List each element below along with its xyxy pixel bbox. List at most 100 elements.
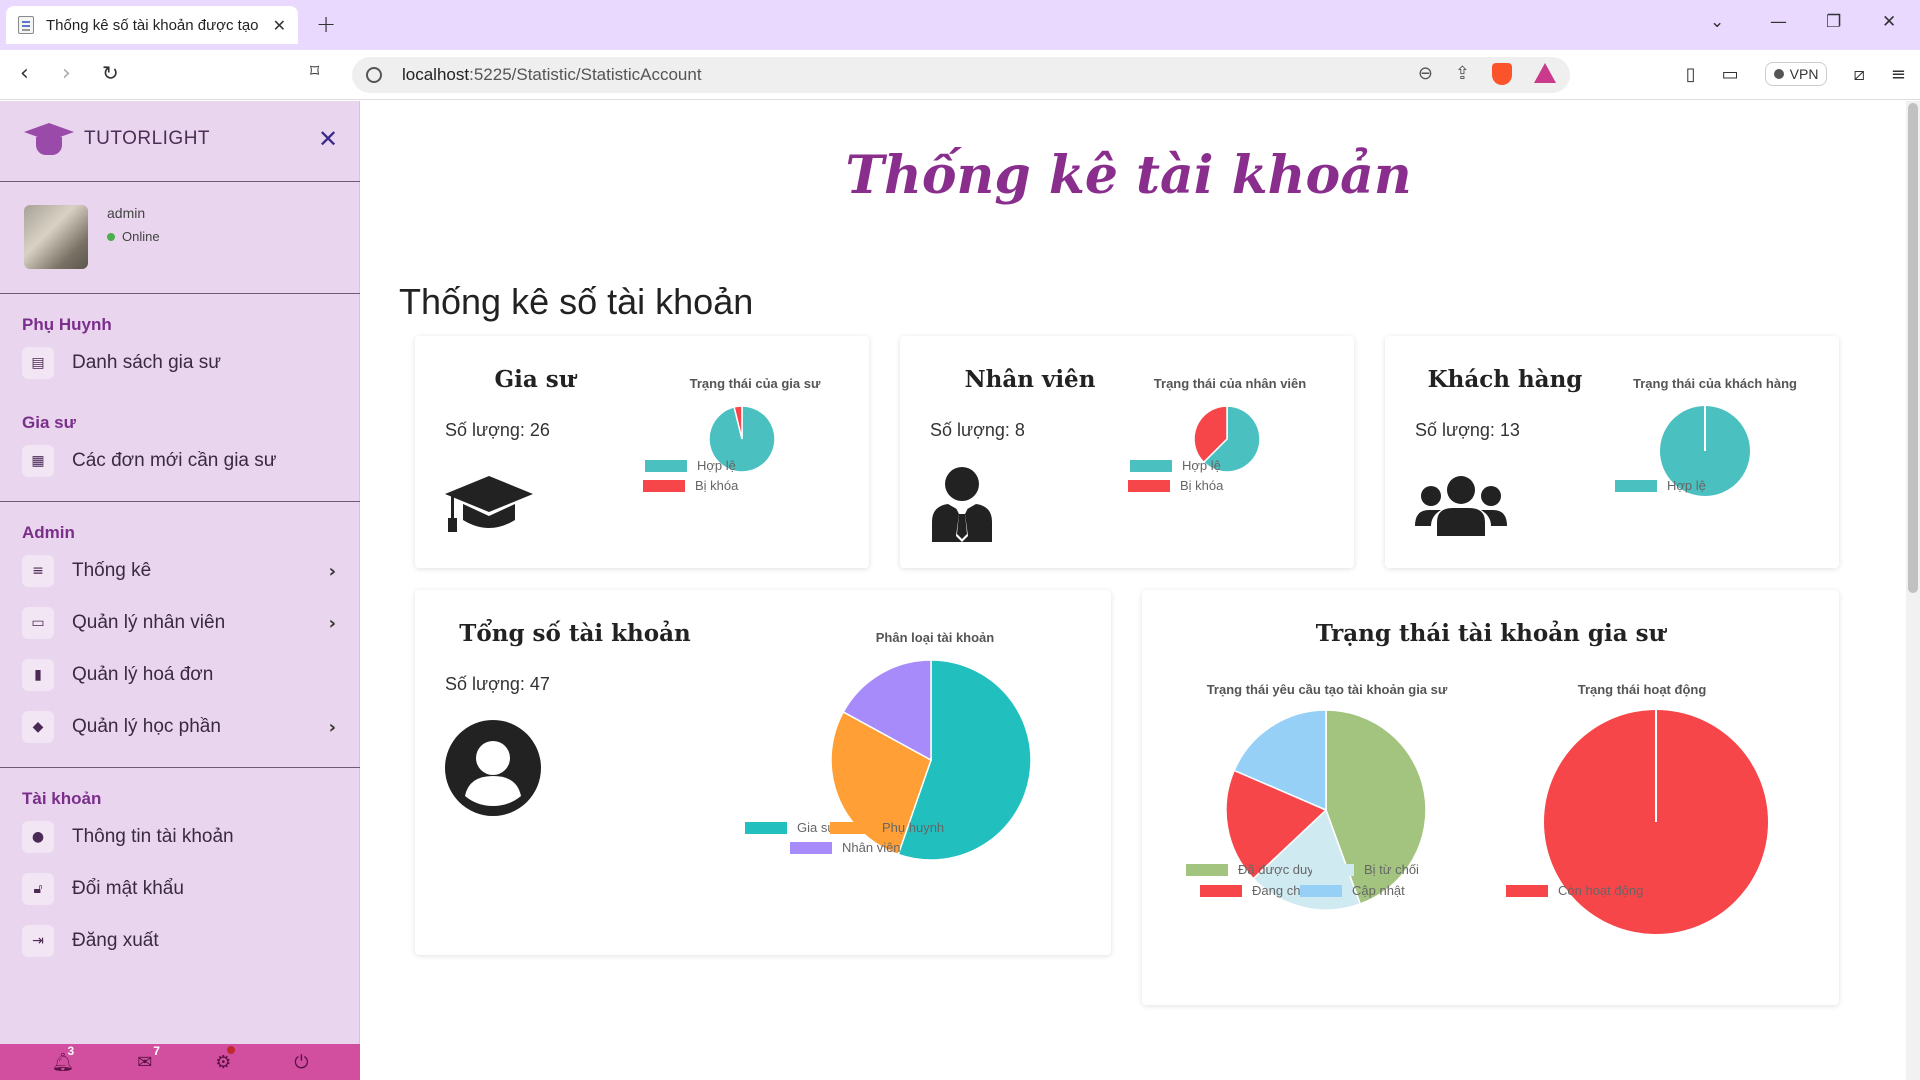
card-count: Số lượng: 26 <box>445 420 550 440</box>
restore-icon[interactable]: ❐ <box>1826 12 1841 32</box>
sidebar-item-invoice-management[interactable]: ▮ Quản lý hoá đơn <box>22 657 342 693</box>
calendar-icon: ▦ <box>22 445 54 477</box>
logout-icon: ⇥ <box>22 925 54 957</box>
settings-button[interactable]: ⚙ <box>215 1045 236 1073</box>
legend-item[interactable]: Bị khóa <box>1128 478 1223 493</box>
tab-title: Thống kê số tài khoản được tạo <box>46 16 258 34</box>
zoom-icon[interactable]: ⊖ <box>1418 63 1433 85</box>
card-count: Số lượng: 47 <box>445 674 550 694</box>
envelope-icon: ✉ <box>137 1051 153 1073</box>
sidebar-item-label: Đăng xuất <box>72 930 159 951</box>
scrollbar-thumb[interactable] <box>1908 103 1918 593</box>
notification-count: 3 <box>67 1043 75 1058</box>
power-icon: ⏻ <box>294 1051 309 1073</box>
legend-swatch <box>1186 863 1228 876</box>
legend-swatch <box>1128 479 1170 492</box>
chevron-right-icon: › <box>328 717 336 738</box>
legend-swatch <box>1300 884 1342 897</box>
sidebar-item-logout[interactable]: ⇥ Đăng xuất <box>22 923 342 959</box>
sidebar-toggle-icon[interactable]: ▯ <box>1686 64 1696 85</box>
legend-item[interactable]: Hợp lệ <box>1130 458 1221 473</box>
legend-label: Hợp lệ <box>1182 458 1221 473</box>
site-info-icon[interactable] <box>366 67 382 83</box>
legend-swatch <box>790 841 832 854</box>
list-icon: ≡ <box>22 555 54 587</box>
online-dot-icon <box>107 232 115 241</box>
graduation-cap-icon <box>445 476 533 532</box>
vpn-button[interactable]: VPN <box>1764 62 1828 86</box>
sidebar-item-staff-management[interactable]: ▭ Quản lý nhân viên › <box>22 605 342 641</box>
lock-icon: 🔓︎ <box>22 873 54 905</box>
brave-rewards-icon[interactable] <box>1534 63 1556 83</box>
sidebar-item-label: Quản lý học phần <box>72 716 221 737</box>
notifications-button[interactable]: 🔔︎ 3 <box>51 1044 74 1073</box>
legend-item[interactable]: Cập nhật <box>1300 883 1405 898</box>
browser-tab[interactable]: Thống kê số tài khoản được tạo ✕ <box>6 6 298 44</box>
legend-swatch <box>1615 479 1657 492</box>
staff-stat-card: Nhân viên Số lượng: 8 Trạng thái của nhâ… <box>900 336 1354 568</box>
close-sidebar-icon[interactable]: ✕ <box>318 125 338 153</box>
brand-logo[interactable]: TUTORLIGHT <box>24 121 210 157</box>
settings-alert-dot <box>227 1045 236 1054</box>
sidebar-item-label: Quản lý nhân viên <box>72 612 226 633</box>
messages-button[interactable]: ✉ 7 <box>137 1044 160 1073</box>
address-bar-actions: ⊖ ⇪ <box>1418 63 1556 85</box>
user-circle-icon <box>445 720 541 816</box>
legend-item[interactable]: Bị khóa <box>643 478 738 493</box>
legend-item[interactable]: Gia sư <box>745 820 836 835</box>
section-admin: Admin <box>22 523 75 542</box>
brave-shields-icon[interactable] <box>1492 63 1512 85</box>
legend-item[interactable]: Hợp lệ <box>645 458 736 473</box>
user-name: admin <box>107 205 146 221</box>
sidebar-footer: 🔔︎ 3 ✉ 7 ⚙ ⏻ <box>0 1044 360 1080</box>
power-button[interactable]: ⏻ <box>294 1052 308 1073</box>
sidebar-item-change-password[interactable]: 🔓︎ Đổi mật khẩu <box>22 871 342 907</box>
sidebar-item-statistics[interactable]: ≡ Thống kê › <box>22 553 342 589</box>
new-tab-icon[interactable]: + <box>316 10 336 38</box>
back-icon[interactable]: ‹ <box>20 61 29 86</box>
legend-label: Bị khóa <box>1180 478 1224 493</box>
reload-icon[interactable]: ↻ <box>102 61 119 85</box>
legend-label: Bị khóa <box>695 478 739 493</box>
chevron-right-icon: › <box>328 613 336 634</box>
legend-label: Cập nhật <box>1352 883 1405 898</box>
legend-item[interactable]: Đã được duyệt <box>1186 862 1325 877</box>
employee-icon <box>932 467 992 542</box>
share-icon[interactable]: ⇪ <box>1455 63 1470 85</box>
sidebar-item-course-management[interactable]: ◆ Quản lý học phần › <box>22 709 342 745</box>
legend-item[interactable]: Còn hoạt động <box>1506 883 1643 898</box>
divider <box>0 181 360 182</box>
close-tab-icon[interactable]: ✕ <box>273 16 286 35</box>
card-title: Khách hàng <box>1427 366 1583 393</box>
chevron-right-icon: › <box>328 561 336 582</box>
address-bar[interactable]: localhost:5225/Statistic/StatisticAccoun… <box>352 57 1570 93</box>
legend-item[interactable]: Phụ huynh <box>830 820 944 835</box>
avatar[interactable] <box>24 205 88 269</box>
chart-title: Trạng thái của khách hàng <box>1633 376 1797 391</box>
sidebar-item-account-info[interactable]: ● Thông tin tài khoản <box>22 819 342 855</box>
legend-item[interactable]: Bị từ chối <box>1312 862 1419 877</box>
menu-icon[interactable]: ≡ <box>1891 64 1906 85</box>
legend-swatch <box>1130 459 1172 472</box>
sidebar-item-label: Quản lý hoá đơn <box>72 664 214 685</box>
browser-tab-bar: Thống kê số tài khoản được tạo ✕ + ⌄ — ❐… <box>0 0 1920 50</box>
legend-label: Còn hoạt động <box>1558 883 1644 898</box>
sidebar-item-tutor-list[interactable]: ▤ Danh sách gia sư <box>22 345 342 381</box>
legend-item[interactable]: Hợp lệ <box>1615 478 1706 493</box>
sidebar-item-new-orders[interactable]: ▦ Các đơn mới cần gia sư <box>22 443 342 479</box>
legend-item[interactable]: Đang chờ <box>1200 883 1309 898</box>
chart-title: Phân loại tài khoản <box>875 630 995 645</box>
card-title: Trạng thái tài khoản gia sư <box>1315 620 1666 647</box>
legend-label: Hợp lệ <box>697 458 736 473</box>
minimize-icon[interactable]: — <box>1770 12 1787 32</box>
legend-swatch <box>1200 884 1242 897</box>
wallet-icon[interactable]: ▭ <box>1722 64 1739 85</box>
bookmark-icon[interactable]: ⌑ <box>310 61 319 82</box>
tab-search-chevron-icon[interactable]: ⌄ <box>1710 12 1724 32</box>
section-parent: Phụ Huynh <box>22 315 112 334</box>
leo-ai-icon[interactable]: ⧄ <box>1853 64 1864 85</box>
page-scrollbar[interactable] <box>1906 101 1920 1080</box>
close-window-icon[interactable]: ✕ <box>1882 12 1896 32</box>
legend-item[interactable]: Nhân viên <box>790 840 901 855</box>
forward-icon[interactable]: › <box>62 61 71 86</box>
